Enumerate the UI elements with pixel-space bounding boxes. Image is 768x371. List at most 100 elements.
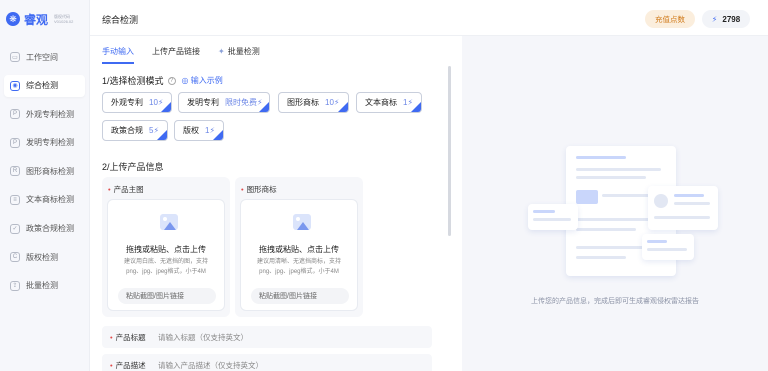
illustration-card: [642, 234, 694, 260]
workspace-icon: ▭: [10, 52, 20, 62]
sidebar-item-graphic-trademark[interactable]: R 图形商标检测: [4, 160, 85, 182]
illustration-card: [528, 204, 578, 230]
tab-upload-link[interactable]: 上传产品链接: [152, 46, 200, 64]
required-mark: •: [110, 360, 113, 370]
mode-copyright[interactable]: 版权 1⚡: [174, 120, 224, 141]
text-trademark-icon: ≡: [10, 194, 20, 205]
brand[interactable]: ❋ 睿观 版权代码 V01026.02: [0, 0, 89, 38]
sidebar-item-invention-patent[interactable]: P 发明专利检测: [4, 132, 85, 154]
sidebar-item-label: 外观专利检测: [26, 109, 74, 119]
input-tabs: 手动输入 上传产品链接 ✦ 批量检测: [102, 46, 278, 64]
compliance-icon: ✓: [10, 223, 20, 234]
preview-caption: 上传您的产品信息，完成后即可生成睿观侵权雷达报告: [531, 298, 699, 305]
field-placeholder: 请输入标题（仅支持英文）: [158, 332, 248, 342]
upload-tip: png、jpg、jpeg格式，小于4M: [259, 269, 339, 275]
mode-label: 图形商标: [287, 98, 319, 107]
required-mark: •: [241, 185, 244, 194]
example-link[interactable]: ◎ 输入示例: [182, 75, 223, 86]
upload-dropzone[interactable]: 拖拽或粘贴、点击上传 建议用白底、无遮挡的图，支持 png、jpg、jpeg格式…: [107, 199, 225, 311]
sidebar-item-label: 图形商标检测: [26, 166, 74, 176]
points-balance[interactable]: ⚡ 2798: [702, 10, 750, 28]
mode-label: 政策合规: [111, 126, 143, 135]
field-label-text: 产品描述: [115, 360, 146, 370]
mode-cost: 限时免费⚡: [225, 98, 263, 107]
mode-design-patent[interactable]: 外观专利 10⚡: [102, 92, 172, 113]
selected-corner-icon: [161, 102, 171, 112]
brand-name: 睿观: [24, 12, 49, 27]
field-placeholder: 请输入产品描述（仅支持英文）: [158, 360, 263, 370]
sidebar-item-label: 综合检测: [26, 81, 58, 91]
upload-tip: 建议用清晰、无遮挡商标，支持: [256, 259, 341, 265]
brand-version: 版权代码 V01026.02: [54, 14, 73, 24]
points-value: 2798: [722, 14, 741, 24]
sidebar-item-label: 工作空间: [26, 52, 58, 62]
product-title-field[interactable]: • 产品标题 请输入标题（仅支持英文）: [102, 326, 432, 348]
mode-text-trademark[interactable]: 文本商标 1⚡: [356, 92, 422, 113]
upload-tip: 建议用白底、无遮挡的图，支持: [123, 259, 208, 265]
section-mode-title: 1/选择检测模式 ? ◎ 输入示例: [102, 74, 223, 87]
required-mark: •: [108, 185, 111, 194]
sidebar-item-label: 版权检测: [26, 252, 58, 262]
required-mark: •: [110, 332, 113, 342]
upload-card-main-image: • 产品主图 拖拽或粘贴、点击上传 建议用白底、无遮挡的图，支持 png、jpg、…: [102, 177, 230, 317]
sidebar-item-comprehensive[interactable]: ◉ 综合检测: [4, 74, 85, 97]
product-description-field[interactable]: • 产品描述 请输入产品描述（仅支持英文）: [102, 354, 432, 371]
invention-patent-icon: P: [10, 137, 20, 148]
sidebar-item-workspace[interactable]: ▭ 工作空间: [4, 46, 85, 68]
tab-manual-input[interactable]: 手动输入: [102, 46, 134, 64]
upload-card-trademark: • 图形商标 拖拽或粘贴、点击上传 建议用清晰、无遮挡商标，支持 png、jpg、…: [235, 177, 363, 317]
selected-corner-icon: [157, 130, 167, 140]
image-icon: [293, 214, 311, 230]
sidebar-item-label: 发明专利检测: [26, 138, 74, 148]
selected-corner-icon: [213, 130, 223, 140]
recharge-button[interactable]: 充值点数: [645, 10, 695, 28]
sidebar-item-label: 政策合规检测: [26, 224, 74, 234]
mode-label: 版权: [183, 126, 199, 135]
info-icon[interactable]: ?: [167, 76, 176, 85]
sidebar-item-copyright[interactable]: C 版权检测: [4, 246, 85, 268]
mode-compliance[interactable]: 政策合规 5⚡: [102, 120, 168, 141]
sidebar-item-design-patent[interactable]: P 外观专利检测: [4, 103, 85, 125]
batch-icon: ⇪: [10, 280, 20, 291]
upload-title: 拖拽或粘贴、点击上传: [259, 245, 339, 254]
upload-label: • 图形商标: [241, 184, 277, 195]
selected-corner-icon: [338, 102, 348, 112]
page-title: 综合检测: [102, 15, 139, 25]
upload-tip: png、jpg、jpeg格式，小于4M: [126, 269, 206, 275]
field-label: • 产品标题: [110, 332, 158, 343]
sidebar-item-text-trademark[interactable]: ≡ 文本商标检测: [4, 189, 85, 211]
upload-title: 拖拽或粘贴、点击上传: [126, 245, 206, 254]
sidebar-item-label: 批量检测: [26, 281, 58, 291]
copyright-icon: C: [10, 252, 20, 263]
logo-icon: ❋: [6, 12, 20, 26]
mode-label: 发明专利: [187, 98, 219, 107]
illustration-card: [648, 186, 718, 230]
field-label: • 产品描述: [110, 360, 158, 371]
image-icon: [160, 214, 178, 230]
main-form: 手动输入 上传产品链接 ✦ 批量检测 1/选择检测模式 ? ◎ 输入示例 外观专利…: [90, 36, 462, 371]
mode-label: 文本商标: [365, 98, 397, 107]
report-preview-panel: 上传您的产品信息，完成后即可生成睿观侵权雷达报告: [462, 36, 768, 371]
upload-dropzone[interactable]: 拖拽或粘贴、点击上传 建议用清晰、无遮挡商标，支持 png、jpg、jpeg格式…: [240, 199, 358, 311]
bolt-icon: ⚡: [711, 14, 718, 24]
upload-label-text: 图形商标: [246, 185, 277, 194]
brand-sub-line2: V01026.02: [54, 19, 74, 24]
header: 综合检测 充值点数 ⚡ 2798: [90, 0, 768, 36]
sidebar-item-batch[interactable]: ⇪ 批量检测: [4, 275, 85, 297]
mode-invention-patent[interactable]: 发明专利 限时免费⚡: [178, 92, 270, 113]
sidebar-nav: ▭ 工作空间 ◉ 综合检测 P 外观专利检测 P 发明专利检测 R 图形商标检测…: [0, 46, 89, 297]
sidebar: ❋ 睿观 版权代码 V01026.02 ▭ 工作空间 ◉ 综合检测 P 外观专利…: [0, 0, 90, 371]
design-patent-icon: P: [10, 109, 20, 120]
selected-corner-icon: [411, 102, 421, 112]
tab-batch[interactable]: ✦ 批量检测: [218, 46, 260, 64]
mode-graphic-trademark[interactable]: 图形商标 10⚡: [278, 92, 349, 113]
paste-link-input[interactable]: 粘贴截图/图片链接: [118, 288, 216, 304]
scrollbar[interactable]: [448, 66, 451, 236]
mode-label: 外观专利: [111, 98, 143, 107]
sidebar-item-label: 文本商标检测: [26, 195, 74, 205]
section-title: 1/选择检测模式: [102, 76, 164, 86]
paste-link-input[interactable]: 粘贴截图/图片链接: [251, 288, 349, 304]
graphic-trademark-icon: R: [10, 166, 20, 177]
sparkle-icon: ✦: [218, 47, 225, 56]
sidebar-item-compliance[interactable]: ✓ 政策合规检测: [4, 218, 85, 240]
